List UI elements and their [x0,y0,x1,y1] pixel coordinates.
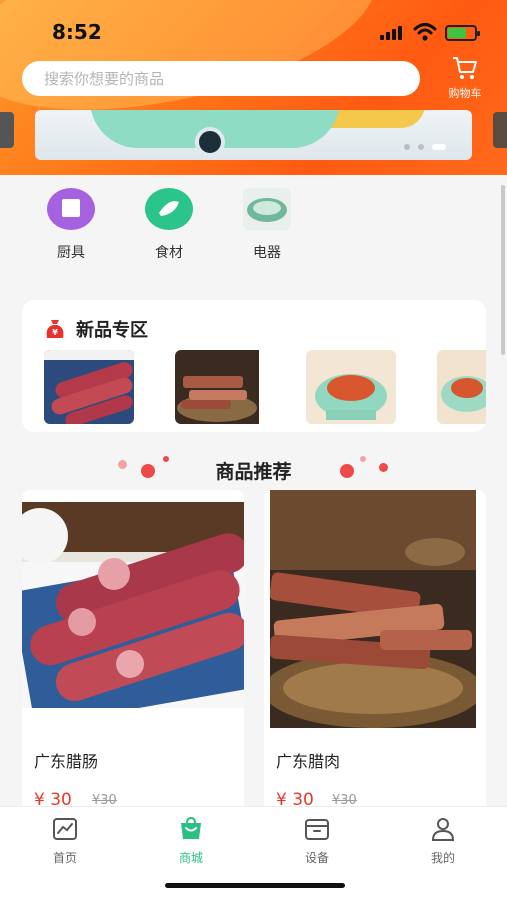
money-bag-icon: ¥ [46,320,64,338]
category-appliance[interactable]: 电器 [218,188,316,262]
banner-dot-active [432,144,446,150]
wifi-icon [413,23,437,41]
shopping-cart-icon [453,57,477,79]
banner-dot [418,144,424,150]
device-box-icon [305,819,329,840]
status-time: 8:52 [52,20,102,44]
appliance-icon [243,188,291,230]
search-placeholder: 搜索你想要的商品 [44,70,165,88]
cart-label: 购物车 [448,87,482,100]
svg-text:¥: ¥ [52,328,58,337]
screen: { "status": {"time": "8:52"}, "search": … [0,0,507,900]
shopping-bag-icon [181,816,201,839]
user-icon [431,818,455,841]
tab-profile[interactable]: 我的 [408,817,478,866]
category-label: 食材 [155,245,183,261]
recommend-header: 商品推荐 [0,452,507,488]
tab-label: 商城 [178,851,203,865]
new-products-title: 新品专区 [76,320,148,341]
tab-label: 设备 [304,851,329,865]
product-name: 广东腊肠 [34,752,99,771]
new-products-header: ¥ 新品专区 [44,316,148,342]
banner-prev-peek [0,112,14,148]
tab-label: 首页 [52,851,77,865]
tab-label: 我的 [430,851,455,865]
category-label: 厨具 [57,245,85,261]
new-product-thumb[interactable] [306,350,396,424]
recommend-title: 商品推荐 [215,461,292,483]
new-product-thumb[interactable] [44,350,134,424]
home-indicator[interactable] [165,883,345,888]
status-bar: 8:52 [0,0,507,60]
ingredients-icon [145,188,193,230]
category-ingredients[interactable]: 食材 [120,188,218,262]
category-row: 厨具 食材 电器 [22,188,316,262]
banner-dot [404,144,410,150]
cellular-signal-icon [380,26,402,40]
product-image [264,490,483,728]
new-products-list [44,350,486,424]
kitchenware-icon [47,188,95,230]
product-card[interactable]: 广东腊肉 ¥ 30 ¥30 [264,490,486,820]
promo-banner[interactable] [35,110,472,160]
product-image [22,502,244,727]
product-card[interactable]: 广东腊肠 ¥ 30 ¥30 [22,490,244,820]
new-product-thumb[interactable] [437,350,486,424]
tab-mall[interactable]: 商城 [156,816,226,866]
new-product-thumb[interactable] [175,350,265,424]
search-input[interactable]: 搜索你想要的商品 [22,61,420,96]
category-kitchenware[interactable]: 厨具 [22,188,120,262]
tab-devices[interactable]: 设备 [282,817,352,866]
cart-button[interactable]: 购物车 [440,55,490,101]
battery-icon [445,25,480,41]
banner-next-peek [493,112,507,148]
product-name: 广东腊肉 [276,752,341,771]
banner-pagination [404,144,446,150]
new-products-section: ¥ 新品专区 [22,300,486,432]
chart-icon [53,818,77,840]
category-label: 电器 [253,245,281,261]
scrollbar[interactable] [501,185,505,355]
tab-home[interactable]: 首页 [30,817,100,866]
